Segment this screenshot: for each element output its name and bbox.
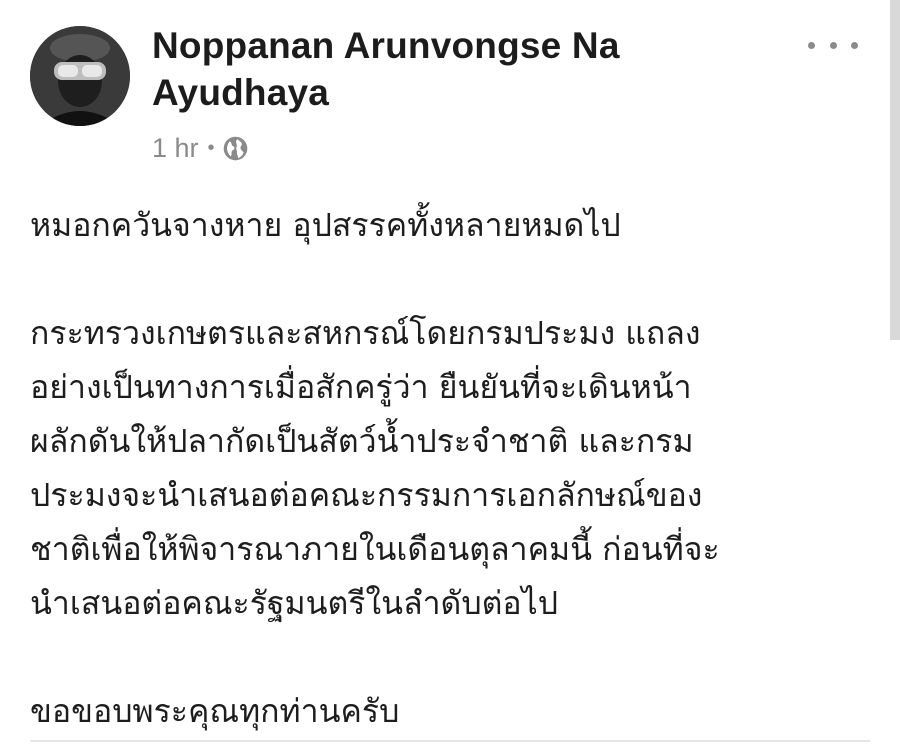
post-paragraph-announcement: กระทรวงเกษตรและสหกรณ์โดยกรมประมง แถลง อย…: [30, 314, 720, 622]
meta-separator: •: [207, 136, 215, 159]
author-name[interactable]: Noppanan Arunvongse Na Ayudhaya: [152, 22, 772, 116]
more-dot: [851, 41, 858, 49]
post-paragraph-headline: หมอกควันจางหาย อุปสรรคทั้งหลายหมดไป: [30, 206, 621, 244]
divider: [30, 740, 870, 742]
avatar-image: [30, 26, 130, 126]
more-dot: [829, 41, 837, 49]
more-dot: [808, 41, 815, 49]
scrollbar[interactable]: [890, 0, 900, 340]
post-paragraph-thanks: ขอขอบพระคุณทุกท่านครับ: [30, 692, 400, 730]
facebook-post: Noppanan Arunvongse Na Ayudhaya 1 hr • ห…: [0, 0, 900, 747]
more-options-icon[interactable]: [808, 30, 858, 60]
post-meta: 1 hr •: [152, 128, 249, 168]
post-body: หมอกควันจางหาย อุปสรรคทั้งหลายหมดไป กระท…: [30, 198, 870, 738]
post-timestamp[interactable]: 1 hr: [152, 133, 199, 164]
globe-icon[interactable]: [222, 135, 249, 162]
avatar[interactable]: [30, 26, 130, 126]
